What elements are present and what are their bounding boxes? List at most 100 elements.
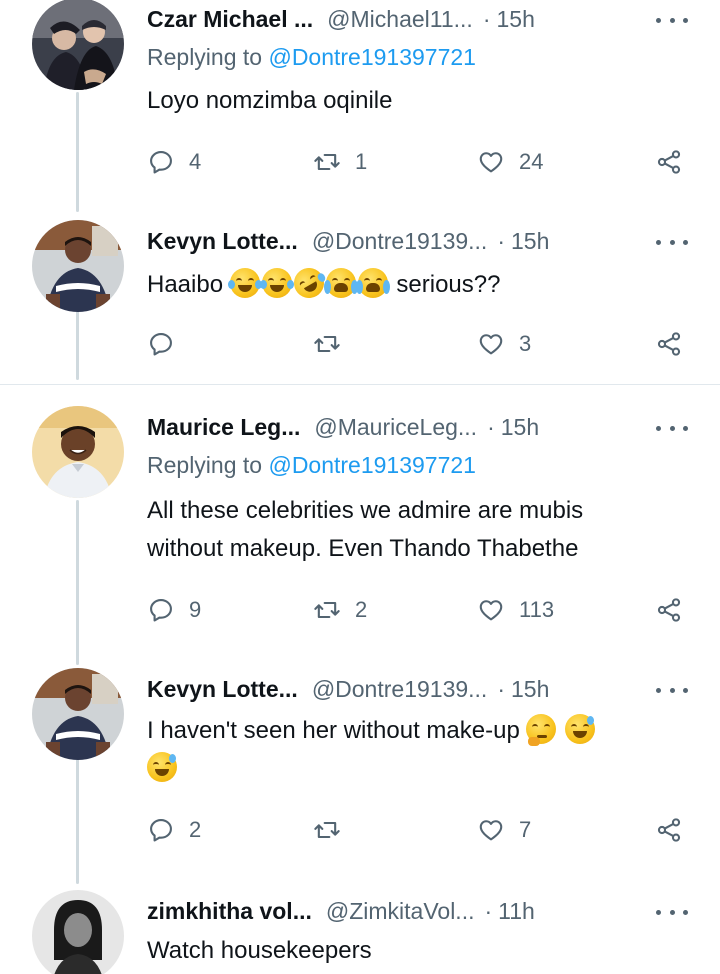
more-options-icon[interactable] — [656, 230, 688, 254]
separator-dot: · — [487, 413, 495, 440]
separator-dot: · — [484, 897, 493, 924]
retweet-icon — [314, 153, 340, 171]
tweet-header: Kevyn Lotte... @Dontre19139... · 15h — [147, 224, 549, 258]
separator-dot: · — [497, 227, 505, 254]
heart-icon — [479, 820, 503, 841]
tweet-text-end: serious?? — [396, 271, 501, 298]
more-options-icon[interactable] — [656, 900, 688, 924]
like-button[interactable]: 3 — [477, 324, 531, 364]
timestamp[interactable]: 15h — [511, 228, 549, 255]
display-name[interactable]: Czar Michael ... — [147, 6, 313, 33]
reply-button[interactable] — [147, 324, 189, 364]
display-name[interactable]: Kevyn Lotte... — [147, 228, 298, 255]
face-with-tears-of-joy-icon — [259, 268, 294, 298]
display-name[interactable]: zimkhitha vol... — [147, 898, 312, 925]
reply-button[interactable]: 2 — [147, 810, 201, 850]
share-icon — [657, 818, 681, 842]
face-with-tears-of-joy-icon — [227, 268, 262, 298]
tweet-actions: 9 2 113 — [147, 590, 687, 630]
retweet-icon — [314, 821, 340, 839]
user-handle[interactable]: @ZimkitaVol... — [326, 898, 475, 925]
share-button[interactable] — [655, 590, 683, 630]
retweet-button[interactable] — [313, 324, 355, 364]
loudly-crying-face-icon — [355, 268, 390, 298]
tweet-actions: 3 — [147, 324, 687, 364]
loudly-crying-face-icon — [323, 268, 358, 298]
tweet-header: Kevyn Lotte... @Dontre19139... · 15h — [147, 672, 549, 706]
user-avatar[interactable] — [32, 220, 124, 312]
tweet-item[interactable]: zimkhitha vol... @ZimkitaVol... · 11h Wa… — [0, 890, 720, 974]
tweet-text-line: without makeup. Even Thando Thabethe — [147, 535, 579, 562]
tweet-text-start: Haaibo — [147, 271, 224, 298]
replying-to-label: Replying to — [147, 452, 263, 478]
display-name[interactable]: Maurice Leg... — [147, 414, 300, 441]
retweet-count: 1 — [355, 149, 368, 174]
tweet-text: All these celebrities we admire are mubi… — [147, 492, 667, 568]
avatar-man-jersey-photo-icon — [32, 668, 124, 760]
tweet-text: I haven't seen her without make-up — [147, 712, 667, 788]
display-name[interactable]: Kevyn Lotte... — [147, 676, 298, 703]
avatar-woman-bw-photo-icon — [32, 890, 124, 974]
share-button[interactable] — [655, 324, 683, 364]
share-icon — [657, 598, 681, 622]
share-icon — [657, 150, 681, 174]
retweet-icon — [314, 335, 340, 353]
tweet-header: Maurice Leg... @MauriceLeg... · 15h — [147, 410, 539, 444]
share-button[interactable] — [655, 810, 683, 850]
retweet-button[interactable] — [313, 810, 355, 850]
timestamp[interactable]: 15h — [501, 414, 539, 441]
user-handle[interactable]: @Dontre19139... — [312, 228, 488, 255]
like-button[interactable]: 113 — [477, 590, 554, 630]
reply-icon — [150, 599, 172, 622]
retweet-button[interactable]: 1 — [313, 142, 367, 182]
grinning-face-with-sweat-icon — [147, 752, 177, 782]
tweet-actions: 4 1 24 — [147, 142, 687, 182]
reply-icon — [150, 151, 172, 174]
user-avatar[interactable] — [32, 0, 124, 90]
mention-link[interactable]: @Dontre191397721 — [268, 452, 476, 478]
more-options-icon[interactable] — [656, 678, 688, 702]
timestamp[interactable]: 15h — [511, 676, 549, 703]
conversation-divider — [0, 384, 720, 385]
avatar-man-smiling-photo-icon — [32, 406, 124, 498]
tweet-item[interactable]: Czar Michael ... @Michael11... · 15h Rep… — [0, 0, 720, 210]
timestamp[interactable]: 15h — [497, 6, 535, 33]
share-button[interactable] — [655, 142, 683, 182]
more-options-icon[interactable] — [656, 416, 688, 440]
more-options-icon[interactable] — [656, 8, 688, 32]
timestamp[interactable]: 11h — [498, 898, 535, 925]
tweet-actions: 2 7 — [147, 810, 687, 850]
heart-icon — [479, 334, 503, 355]
replying-to-line: Replying to @Dontre191397721 — [147, 44, 476, 71]
tweet-header: zimkhitha vol... @ZimkitaVol... · 11h — [147, 894, 535, 928]
tweet-item[interactable]: Kevyn Lotte... @Dontre19139... · 15h Haa… — [0, 220, 720, 382]
share-icon — [657, 332, 681, 356]
heart-icon — [479, 152, 503, 173]
user-handle[interactable]: @MauriceLeg... — [314, 414, 477, 441]
user-handle[interactable]: @Michael11... — [327, 6, 473, 33]
retweet-button[interactable]: 2 — [313, 590, 367, 630]
reply-count: 9 — [189, 597, 202, 622]
like-button[interactable]: 24 — [477, 142, 543, 182]
rolling-on-floor-laughing-icon — [288, 262, 330, 304]
tweet-item[interactable]: Kevyn Lotte... @Dontre19139... · 15h I h… — [0, 668, 720, 870]
like-button[interactable]: 7 — [477, 810, 531, 850]
user-avatar[interactable] — [32, 406, 124, 498]
tweet-text: Watch housekeepers — [147, 937, 372, 964]
retweet-count: 2 — [355, 597, 368, 622]
reply-icon — [150, 819, 172, 842]
like-count: 113 — [519, 597, 555, 622]
grinning-face-with-sweat-icon — [565, 714, 596, 744]
tweet-text: Loyo nomzimba oqinile — [147, 87, 393, 114]
tweet-item[interactable]: Maurice Leg... @MauriceLeg... · 15h Repl… — [0, 406, 720, 648]
retweet-icon — [314, 601, 340, 619]
replying-to-line: Replying to @Dontre191397721 — [147, 452, 476, 479]
heart-icon — [479, 600, 503, 621]
reply-button[interactable]: 9 — [147, 590, 201, 630]
mention-link[interactable]: @Dontre191397721 — [268, 44, 476, 70]
user-avatar[interactable] — [32, 890, 124, 974]
user-avatar[interactable] — [32, 668, 124, 760]
tweet-text-line: All these celebrities we admire are mubi… — [147, 497, 584, 524]
reply-button[interactable]: 4 — [147, 142, 201, 182]
user-handle[interactable]: @Dontre19139... — [312, 676, 488, 703]
